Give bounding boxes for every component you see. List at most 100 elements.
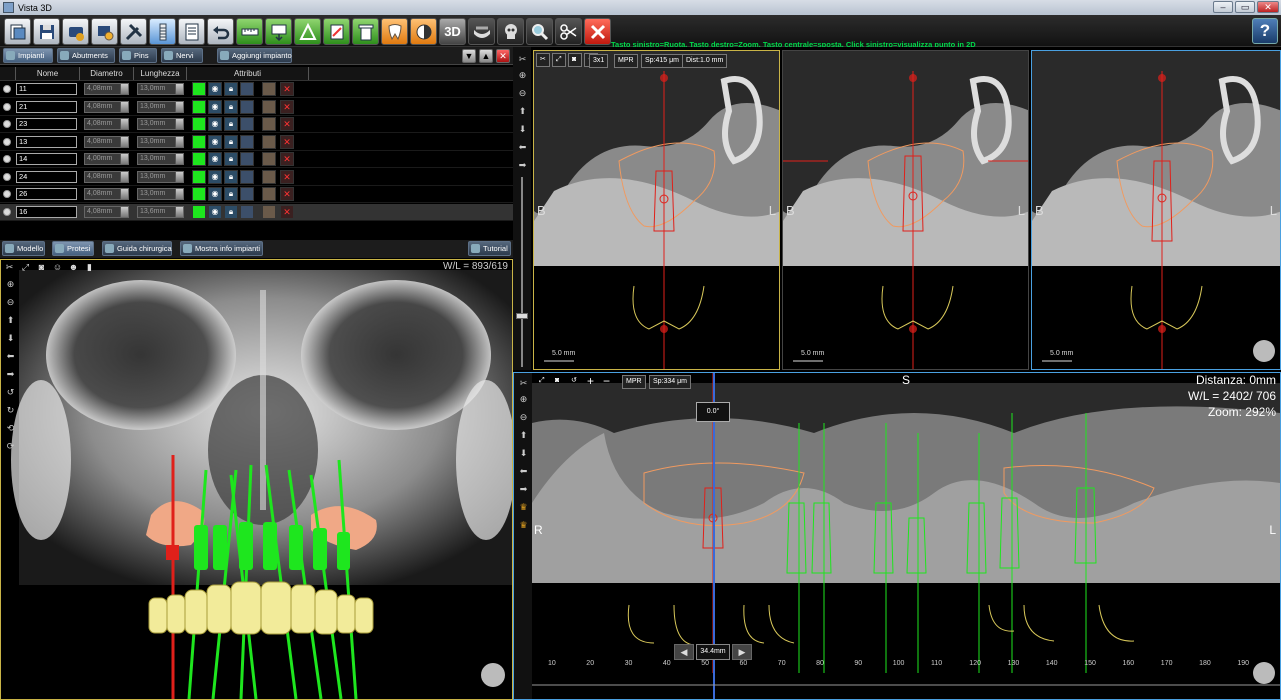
lock-icon[interactable]: 🔒︎ xyxy=(224,117,238,131)
eye-icon[interactable]: ◉ xyxy=(208,82,222,96)
row-select-radio[interactable] xyxy=(3,102,11,111)
table-row[interactable]: 13 4,08mm 13,0mm ◉ 🔒︎ ✕ xyxy=(0,134,513,151)
tooth-button[interactable] xyxy=(381,18,408,45)
bone-density-icon[interactable] xyxy=(262,204,276,219)
tab-pins[interactable]: Pins xyxy=(119,48,157,63)
table-row[interactable]: 14 4,00mm 13,0mm ◉ 🔒︎ ✕ xyxy=(0,151,513,168)
length-field[interactable]: 13,0mm xyxy=(137,100,184,113)
row-select-radio[interactable] xyxy=(3,137,11,146)
move-down-button[interactable]: ▼ xyxy=(462,49,476,63)
zoom-in-icon[interactable]: ⊕ xyxy=(516,69,529,82)
add-icon[interactable]: + xyxy=(584,375,597,389)
length-field[interactable]: 13,0mm xyxy=(137,188,184,200)
row-select-radio[interactable] xyxy=(3,190,11,198)
table-row[interactable]: 11 4,08mm 13,0mm ◉ 🔒︎ ✕ xyxy=(0,81,513,98)
row-select-radio[interactable] xyxy=(3,172,11,181)
bone-density-icon[interactable] xyxy=(262,134,276,149)
abutment-icon[interactable] xyxy=(240,82,254,96)
contrast-button[interactable] xyxy=(410,18,437,45)
mpr-mode-button[interactable]: MPR xyxy=(614,54,638,68)
arrow-down-icon[interactable]: ⬇ xyxy=(4,332,17,345)
lock-icon[interactable]: 🔒︎ xyxy=(224,82,238,96)
length-field[interactable]: 13,0mm xyxy=(137,118,184,130)
diameter-spinner[interactable] xyxy=(120,154,128,164)
row-select-radio[interactable] xyxy=(3,207,11,216)
fullscreen-icon[interactable]: ⤢ xyxy=(536,375,548,389)
diameter-spinner[interactable] xyxy=(120,206,128,217)
abutment-icon[interactable] xyxy=(240,204,254,219)
arrow-left-icon[interactable]: ⬅ xyxy=(4,350,17,363)
eye-icon[interactable]: ◉ xyxy=(208,134,222,149)
diameter-field[interactable]: 4,08mm xyxy=(84,170,129,183)
delete-button[interactable] xyxy=(352,18,379,45)
abutment-icon[interactable] xyxy=(240,99,254,114)
diameter-field[interactable]: 4,08mm xyxy=(84,118,129,130)
rotate-left-icon[interactable]: ↺ xyxy=(4,386,17,399)
arrow-up-icon[interactable]: ⬆ xyxy=(4,314,17,327)
tools-icon[interactable]: ✂ xyxy=(536,53,550,67)
abutment-icon[interactable] xyxy=(240,169,254,184)
new-button[interactable] xyxy=(4,18,31,45)
arrow-up-icon[interactable]: ⬆ xyxy=(516,105,529,118)
cross-section-view-3[interactable]: B L 5.0 mm xyxy=(1031,50,1281,370)
remove-icon[interactable]: − xyxy=(600,375,613,389)
3d-toggle-button[interactable]: 3D xyxy=(439,18,466,45)
next-arrow-button[interactable]: ▶ xyxy=(732,644,752,660)
tools-icon[interactable]: ✂ xyxy=(516,53,529,66)
table-row[interactable]: 26 4,08mm 13,0mm ◉ 🔒︎ ✕ xyxy=(0,186,513,203)
view-3d[interactable]: ✂ ⤢ ◙ ☺ ☻ ▮ ⊕ ⊖ ⬆ ⬇ ⬅ ➡ ↺ ↻ ⟲ ⟳ W/L = 89… xyxy=(0,259,513,700)
bone-density-icon[interactable] xyxy=(262,169,276,184)
length-spinner[interactable] xyxy=(175,84,183,94)
add-implant-button[interactable]: Aggiungi impianto xyxy=(217,48,292,63)
rotate-cw-icon[interactable]: ⟳ xyxy=(4,440,17,453)
table-row[interactable]: 16 4,08mm 13,6mm ◉ 🔒︎ ✕ xyxy=(0,203,513,221)
bone-density-icon[interactable] xyxy=(262,117,276,131)
diameter-field[interactable]: 4,08mm xyxy=(84,188,129,200)
implant-name-field[interactable]: 16 xyxy=(16,205,77,218)
close-window-button[interactable]: ✕ xyxy=(1257,1,1279,13)
table-row[interactable]: 24 4,08mm 13,0mm ◉ 🔒︎ ✕ xyxy=(0,169,513,186)
lock-icon[interactable]: 🔒︎ xyxy=(224,152,238,166)
tools-icon[interactable]: ✂ xyxy=(517,377,530,390)
tools-button[interactable] xyxy=(120,18,147,45)
close-view-button[interactable] xyxy=(584,18,611,45)
cross-section-view-2[interactable]: B L 5.0 mm xyxy=(782,50,1029,370)
length-field[interactable]: 13,0mm xyxy=(137,83,184,95)
prev-arrow-button[interactable]: ◀ xyxy=(674,644,694,660)
bone-density-icon[interactable] xyxy=(262,152,276,166)
diameter-field[interactable]: 4,08mm xyxy=(84,205,129,218)
tutorial-button[interactable]: Tutorial xyxy=(468,241,511,256)
zoom-in-icon[interactable]: ⊕ xyxy=(4,278,17,291)
lock-icon[interactable]: 🔒︎ xyxy=(224,204,238,219)
implant-name-field[interactable]: 23 xyxy=(16,118,77,130)
diameter-field[interactable]: 4,08mm xyxy=(84,100,129,113)
panoramic-view[interactable]: ✂ ⊕ ⊖ ⬆ ⬇ ⬅ ➡ ♛ ♛ ⤢ ◙ ↺ + − MPR Sp:334 μ… xyxy=(513,372,1281,700)
angle-button[interactable] xyxy=(294,18,321,45)
implant-name-field[interactable]: 24 xyxy=(16,170,77,183)
length-field[interactable]: 13,6mm xyxy=(137,205,184,218)
eye-icon[interactable]: ◉ xyxy=(208,117,222,131)
arrow-right-icon[interactable]: ➡ xyxy=(516,159,529,172)
implant-icon[interactable]: ▮ xyxy=(83,261,96,274)
abutment-icon[interactable] xyxy=(240,117,254,131)
diameter-field[interactable]: 4,08mm xyxy=(84,135,129,148)
measure-button[interactable] xyxy=(236,18,263,45)
rotate-right-icon[interactable]: ↻ xyxy=(4,404,17,417)
color-swatch[interactable] xyxy=(192,169,206,184)
delete-icon[interactable]: ✕ xyxy=(280,187,294,201)
length-field[interactable]: 13,0mm xyxy=(137,135,184,148)
zoom-out-icon[interactable]: ⊖ xyxy=(517,411,530,424)
color-swatch[interactable] xyxy=(192,187,206,201)
implant-name-field[interactable]: 14 xyxy=(16,153,77,165)
minimize-button[interactable]: – xyxy=(1213,1,1233,13)
eye-icon[interactable]: ◉ xyxy=(208,187,222,201)
delete-icon[interactable]: ✕ xyxy=(280,152,294,166)
camera-icon[interactable]: ◙ xyxy=(552,375,562,389)
implant-name-field[interactable]: 13 xyxy=(16,135,77,148)
length-spinner[interactable] xyxy=(175,136,183,147)
tab-impianti[interactable]: Impianti xyxy=(3,48,53,63)
annotate-button[interactable] xyxy=(265,18,292,45)
fullscreen-icon[interactable]: ⤢ xyxy=(19,261,32,274)
bone-density-icon[interactable] xyxy=(262,82,276,96)
zoom-in-icon[interactable]: ⊕ xyxy=(517,393,530,406)
